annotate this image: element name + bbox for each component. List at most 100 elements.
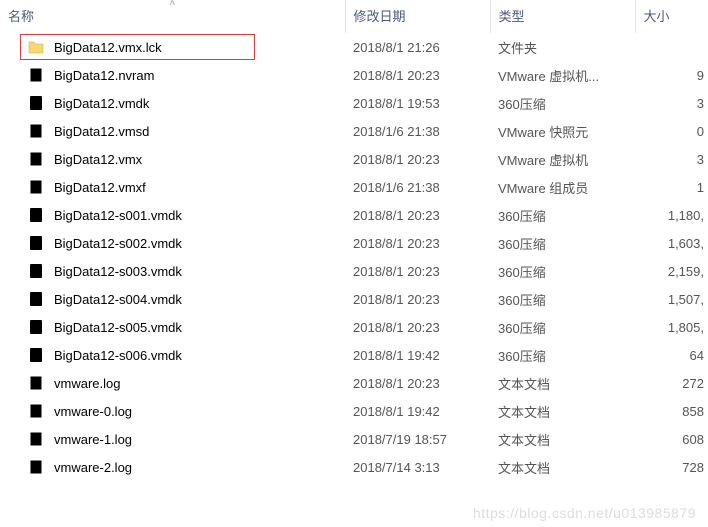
file-date-cell: 2018/7/19 18:57 [345, 425, 490, 453]
file-size-cell [635, 33, 708, 61]
file-date-cell: 2018/8/1 19:53 [345, 89, 490, 117]
file-name-label: BigData12.vmx [54, 152, 142, 167]
file-name-cell[interactable]: BigData12.vmdk [0, 89, 345, 117]
vmware-icon [28, 179, 44, 195]
vmware-icon [28, 123, 44, 139]
file-date-cell: 2018/8/1 20:23 [345, 369, 490, 397]
file-type-cell: 文本文档 [490, 369, 635, 397]
file-size-cell: 1,603, [635, 229, 708, 257]
file-size-cell: 9 [635, 61, 708, 89]
file-name-label: BigData12.vmsd [54, 124, 149, 139]
file-name-cell[interactable]: BigData12-s002.vmdk [0, 229, 345, 257]
text-icon [28, 459, 44, 475]
file-type-cell: 文本文档 [490, 397, 635, 425]
file-name-label: BigData12-s001.vmdk [54, 208, 182, 223]
file-name-cell[interactable]: BigData12.vmx [0, 145, 345, 173]
file-name-label: BigData12.vmx.lck [54, 40, 162, 55]
file-type-cell: 360压缩 [490, 341, 635, 369]
file-size-cell: 858 [635, 397, 708, 425]
file-size-cell: 64 [635, 341, 708, 369]
file-name-label: vmware.log [54, 376, 120, 391]
header-size[interactable]: 大小 [635, 0, 708, 33]
file-name-cell[interactable]: BigData12-s001.vmdk [0, 201, 345, 229]
table-row[interactable]: vmware-0.log2018/8/1 19:42文本文档858 [0, 397, 708, 425]
file-date-cell: 2018/8/1 20:23 [345, 285, 490, 313]
file-date-cell: 2018/8/1 21:26 [345, 33, 490, 61]
file-name-cell[interactable]: vmware.log [0, 369, 345, 397]
file-size-cell: 272 [635, 369, 708, 397]
file-name-cell[interactable]: BigData12.vmxf [0, 173, 345, 201]
file-date-cell: 2018/8/1 19:42 [345, 341, 490, 369]
table-row[interactable]: BigData12.vmsd 2018/1/6 21:38VMware 快照元0 [0, 117, 708, 145]
file-name-label: BigData12.vmdk [54, 96, 149, 111]
file-name-cell[interactable]: BigData12-s004.vmdk [0, 285, 345, 313]
file-name-cell[interactable]: BigData12-s006.vmdk [0, 341, 345, 369]
sort-indicator-icon: ˄ [169, 0, 175, 9]
vmware-icon [28, 67, 44, 83]
file-name-cell[interactable]: BigData12.vmsd [0, 117, 345, 145]
file-date-cell: 2018/8/1 20:23 [345, 257, 490, 285]
table-row[interactable]: vmware-1.log 2018/7/19 18:57文本文档608 [0, 425, 708, 453]
vmdk-icon [28, 207, 44, 223]
vmx-icon [28, 151, 44, 167]
file-type-cell: 360压缩 [490, 89, 635, 117]
file-name-label: vmware-2.log [54, 460, 132, 475]
file-type-cell: 360压缩 [490, 285, 635, 313]
table-row[interactable]: BigData12-s005.vmdk2018/8/1 20:23360压缩1,… [0, 313, 708, 341]
text-icon [28, 403, 44, 419]
file-name-label: vmware-0.log [54, 404, 132, 419]
file-date-cell: 2018/1/6 21:38 [345, 117, 490, 145]
header-type-label: 类型 [499, 9, 525, 24]
table-row[interactable]: BigData12-s001.vmdk2018/8/1 20:23360压缩1,… [0, 201, 708, 229]
file-size-cell: 3 [635, 89, 708, 117]
file-type-cell: VMware 快照元 [490, 117, 635, 145]
file-size-cell: 0 [635, 117, 708, 145]
file-size-cell: 1,507, [635, 285, 708, 313]
file-name-cell[interactable]: vmware-0.log [0, 397, 345, 425]
file-size-cell: 2,159, [635, 257, 708, 285]
table-row[interactable]: BigData12-s003.vmdk2018/8/1 20:23360压缩2,… [0, 257, 708, 285]
table-row[interactable]: BigData12.vmx.lck 2018/8/1 21:26文件夹 [0, 33, 708, 61]
file-list-table: ˄ 名称 修改日期 类型 大小 BigData12.vmx.lck 2018/8/… [0, 0, 708, 481]
file-name-cell[interactable]: vmware-1.log [0, 425, 345, 453]
file-type-cell: 文本文档 [490, 453, 635, 481]
vmdk-icon [28, 263, 44, 279]
file-type-cell: VMware 虚拟机 [490, 145, 635, 173]
header-type[interactable]: 类型 [490, 0, 635, 33]
file-type-cell: VMware 组成员 [490, 173, 635, 201]
header-name-label: 名称 [8, 9, 34, 24]
file-type-cell: 360压缩 [490, 201, 635, 229]
text-icon [28, 431, 44, 447]
file-type-cell: 文本文档 [490, 425, 635, 453]
table-row[interactable]: BigData12.vmdk 2018/8/1 19:53360压缩3 [0, 89, 708, 117]
vmdk-icon [28, 319, 44, 335]
text-icon [28, 375, 44, 391]
file-name-cell[interactable]: BigData12.vmx.lck [0, 33, 345, 61]
file-name-label: BigData12-s005.vmdk [54, 320, 182, 335]
table-row[interactable]: vmware.log 2018/8/1 20:23文本文档272 [0, 369, 708, 397]
table-row[interactable]: BigData12-s004.vmdk2018/8/1 20:23360压缩1,… [0, 285, 708, 313]
file-name-label: BigData12-s003.vmdk [54, 264, 182, 279]
file-type-cell: 360压缩 [490, 229, 635, 257]
file-type-cell: 文件夹 [490, 33, 635, 61]
header-name[interactable]: ˄ 名称 [0, 0, 345, 33]
table-row[interactable]: BigData12.nvram2018/8/1 20:23VMware 虚拟机.… [0, 61, 708, 89]
file-date-cell: 2018/8/1 20:23 [345, 313, 490, 341]
table-row[interactable]: BigData12.vmx2018/8/1 20:23VMware 虚拟机3 [0, 145, 708, 173]
header-date[interactable]: 修改日期 [345, 0, 490, 33]
header-date-label: 修改日期 [354, 9, 406, 24]
table-row[interactable]: BigData12-s002.vmdk2018/8/1 20:23360压缩1,… [0, 229, 708, 257]
table-row[interactable]: BigData12-s006.vmdk2018/8/1 19:42360压缩64 [0, 341, 708, 369]
file-name-cell[interactable]: BigData12.nvram [0, 61, 345, 89]
table-row[interactable]: BigData12.vmxf2018/1/6 21:38VMware 组成员1 [0, 173, 708, 201]
table-row[interactable]: vmware-2.log2018/7/14 3:13文本文档728 [0, 453, 708, 481]
file-name-label: vmware-1.log [54, 432, 132, 447]
file-date-cell: 2018/8/1 20:23 [345, 145, 490, 173]
table-header-row: ˄ 名称 修改日期 类型 大小 [0, 0, 708, 33]
file-name-cell[interactable]: vmware-2.log [0, 453, 345, 481]
file-size-cell: 608 [635, 425, 708, 453]
file-name-cell[interactable]: BigData12-s003.vmdk [0, 257, 345, 285]
file-type-cell: VMware 虚拟机... [490, 61, 635, 89]
file-size-cell: 728 [635, 453, 708, 481]
file-name-cell[interactable]: BigData12-s005.vmdk [0, 313, 345, 341]
